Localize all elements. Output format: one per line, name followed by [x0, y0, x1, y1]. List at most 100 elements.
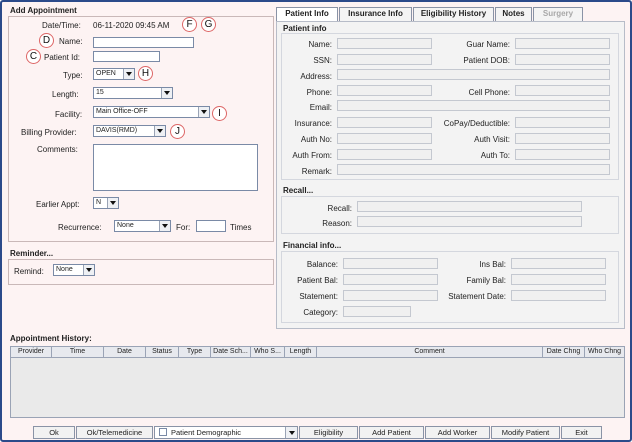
- pi-address-field[interactable]: [337, 69, 610, 80]
- billing-provider-select[interactable]: DAVIS(RMD): [93, 125, 166, 137]
- tab-eligibility-history[interactable]: Eligibility History: [413, 7, 494, 21]
- col-status[interactable]: Status: [146, 347, 179, 357]
- fi-statement-date-field[interactable]: [511, 290, 606, 301]
- tab-insurance-info[interactable]: Insurance Info: [339, 7, 412, 21]
- pi-cell-phone-field[interactable]: [515, 85, 610, 96]
- pi-email-field[interactable]: [337, 100, 610, 111]
- reminder-title: Reminder...: [10, 249, 54, 258]
- patient-id-label: Patient Id:: [44, 53, 81, 62]
- add-worker-button[interactable]: Add Worker: [425, 426, 490, 439]
- pi-copay-label: CoPay/Deductible:: [443, 119, 510, 128]
- recurrence-label: Recurrence:: [58, 223, 102, 232]
- recurrence-select-value: None: [117, 222, 134, 229]
- add-appointment-title: Add Appointment: [10, 6, 77, 15]
- for-label: For:: [176, 223, 191, 232]
- patient-info-title: Patient info: [283, 24, 327, 33]
- callout-i: I: [212, 106, 227, 121]
- pi-address-label: Address:: [300, 72, 332, 81]
- length-label: Length:: [52, 90, 79, 99]
- pi-ssn-label: SSN:: [313, 56, 332, 65]
- col-provider[interactable]: Provider: [11, 347, 52, 357]
- tab-surgery: Surgery: [533, 7, 583, 21]
- col-length[interactable]: Length: [285, 347, 317, 357]
- fi-patient-bal-label: Patient Bal:: [297, 276, 338, 285]
- datetime-value: 06-11-2020 09:45 AM: [93, 21, 170, 30]
- pi-copay-field[interactable]: [515, 117, 610, 128]
- ok-telemedicine-button[interactable]: Ok/Telemedicine: [76, 426, 153, 439]
- pi-remark-field[interactable]: [337, 164, 610, 175]
- col-type[interactable]: Type: [179, 347, 211, 357]
- pi-auth-visit-label: Auth Visit:: [474, 135, 510, 144]
- length-select[interactable]: 15: [93, 87, 173, 99]
- recurrence-times-input[interactable]: [196, 220, 226, 232]
- callout-f: F: [182, 17, 197, 32]
- pi-email-label: Email:: [309, 103, 332, 112]
- pi-phone-field[interactable]: [337, 85, 432, 96]
- pi-auth-to-label: Auth To:: [480, 151, 510, 160]
- earlier-appt-select[interactable]: N: [93, 197, 119, 209]
- tab-notes[interactable]: Notes: [495, 7, 532, 21]
- pi-name-field[interactable]: [337, 38, 432, 49]
- appointment-history-title: Appointment History:: [10, 334, 92, 343]
- patient-demographic-checkbox[interactable]: [159, 428, 167, 436]
- exit-button[interactable]: Exit: [561, 426, 602, 439]
- financial-title: Financial info...: [283, 241, 342, 250]
- col-who-chng[interactable]: Who Chng: [585, 347, 624, 357]
- facility-select[interactable]: Main Office-OFF: [93, 106, 210, 118]
- chevron-down-icon: [123, 69, 134, 79]
- remind-select[interactable]: None: [53, 264, 95, 276]
- appointment-history-grid-body[interactable]: [10, 358, 625, 418]
- fi-statement-field[interactable]: [343, 290, 438, 301]
- patient-id-input[interactable]: [93, 51, 160, 62]
- col-date-scheduled[interactable]: Date Sch...: [211, 347, 251, 357]
- recall-title: Recall...: [283, 186, 314, 195]
- patient-demographic-label: Patient Demographic: [171, 428, 242, 437]
- add-patient-button[interactable]: Add Patient: [359, 426, 424, 439]
- fi-ins-bal-field[interactable]: [511, 258, 606, 269]
- pi-dob-label: Patient DOB:: [463, 56, 510, 65]
- fi-category-field[interactable]: [343, 306, 411, 317]
- fi-family-bal-field[interactable]: [511, 274, 606, 285]
- name-input[interactable]: [93, 37, 194, 48]
- pi-auth-no-field[interactable]: [337, 133, 432, 144]
- pi-insurance-field[interactable]: [337, 117, 432, 128]
- pi-guar-name-field[interactable]: [515, 38, 610, 49]
- col-comment[interactable]: Comment: [317, 347, 543, 357]
- pi-auth-to-field[interactable]: [515, 149, 610, 160]
- fi-ins-bal-label: Ins Bal:: [479, 260, 506, 269]
- pi-auth-no-label: Auth No:: [300, 135, 332, 144]
- datetime-label: Date/Time:: [42, 21, 81, 30]
- fi-statement-date-label: Statement Date:: [448, 292, 506, 301]
- fi-patient-bal-field[interactable]: [343, 274, 438, 285]
- col-who-scheduled[interactable]: Who S...: [251, 347, 285, 357]
- reason-label: Reason:: [322, 219, 352, 228]
- reason-field[interactable]: [357, 216, 582, 227]
- tab-patient-info[interactable]: Patient Info: [276, 7, 338, 22]
- modify-patient-button[interactable]: Modify Patient: [491, 426, 560, 439]
- col-time[interactable]: Time: [52, 347, 104, 357]
- chevron-down-icon: [159, 221, 170, 231]
- pi-auth-from-field[interactable]: [337, 149, 432, 160]
- col-date-chng[interactable]: Date Chng: [543, 347, 585, 357]
- name-label: Name:: [59, 37, 83, 46]
- pi-auth-visit-field[interactable]: [515, 133, 610, 144]
- eligibility-button[interactable]: Eligibility: [299, 426, 358, 439]
- comments-textarea[interactable]: [93, 144, 258, 191]
- add-appointment-window: Add Appointment Date/Time: 06-11-2020 09…: [0, 0, 632, 442]
- col-date[interactable]: Date: [104, 347, 146, 357]
- ok-button[interactable]: Ok: [33, 426, 75, 439]
- facility-select-value: Main Office-OFF: [96, 108, 148, 115]
- recall-label: Recall:: [327, 204, 352, 213]
- pi-ssn-field[interactable]: [337, 54, 432, 65]
- chevron-down-icon: [161, 88, 172, 98]
- remind-label: Remind:: [14, 267, 44, 276]
- chevron-down-icon: [198, 107, 209, 117]
- recurrence-select[interactable]: None: [114, 220, 171, 232]
- callout-g: G: [201, 17, 216, 32]
- patient-demographic-select[interactable]: Patient Demographic: [154, 426, 298, 439]
- fi-balance-field[interactable]: [343, 258, 438, 269]
- type-select[interactable]: OPEN: [93, 68, 135, 80]
- pi-dob-field[interactable]: [515, 54, 610, 65]
- recall-field[interactable]: [357, 201, 582, 212]
- times-label: Times: [230, 223, 252, 232]
